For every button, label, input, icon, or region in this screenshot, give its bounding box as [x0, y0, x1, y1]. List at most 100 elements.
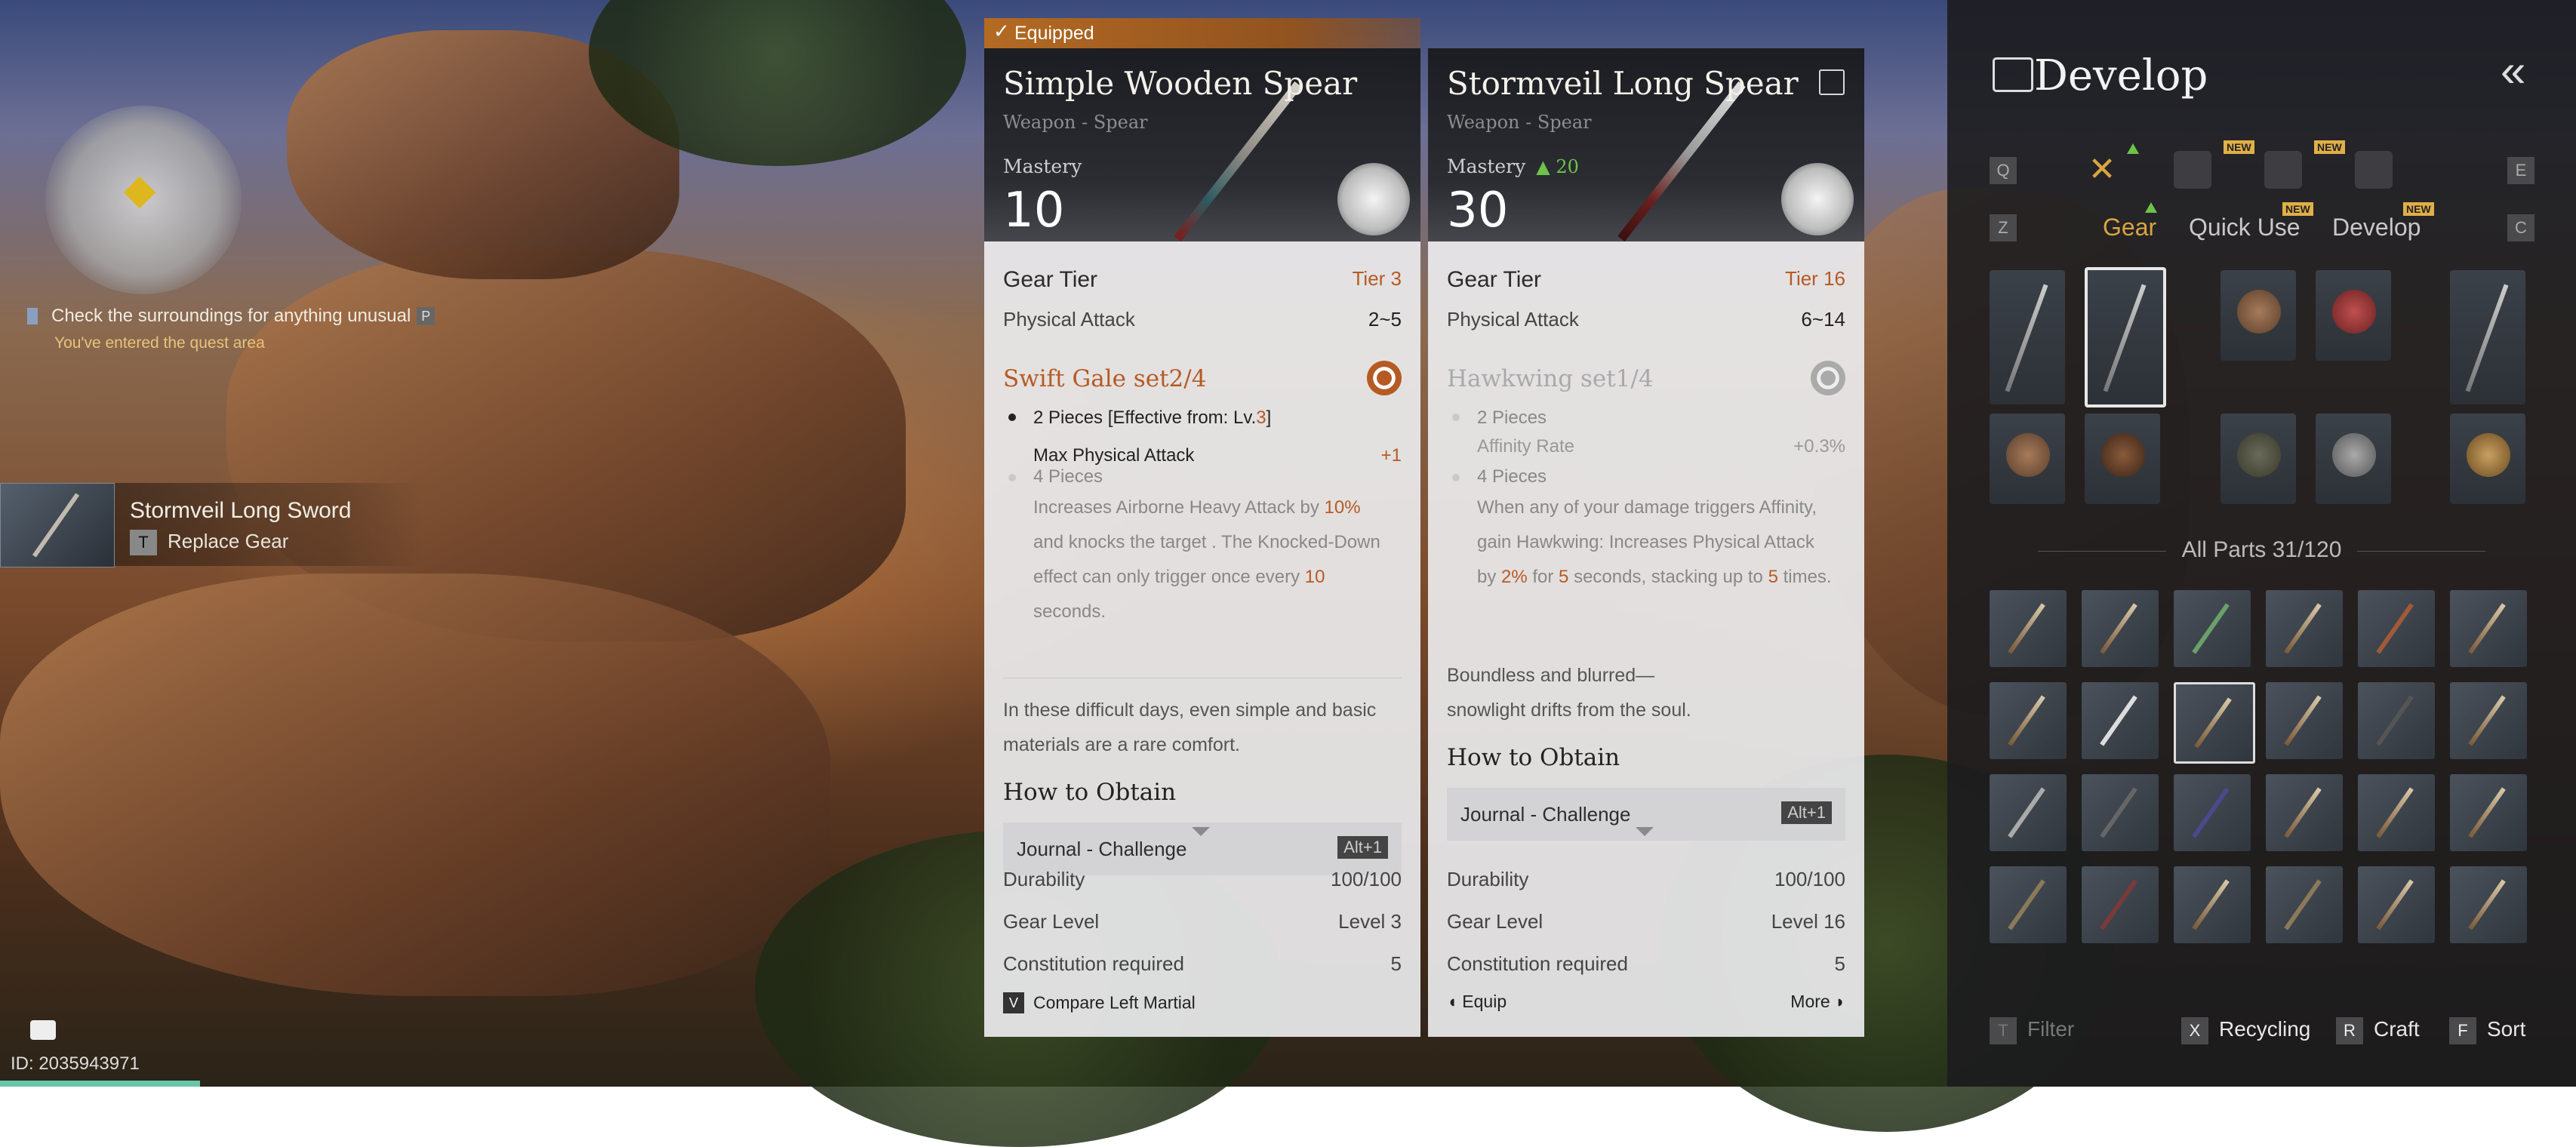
- compare-button[interactable]: V Compare Left Martial: [1003, 992, 1402, 1013]
- mouse-left-icon: ◖: [1447, 992, 1463, 1011]
- chevron-down-icon[interactable]: [1636, 827, 1654, 836]
- gear-slot-disc[interactable]: [1990, 414, 2065, 504]
- part-item[interactable]: [2082, 866, 2159, 943]
- part-item[interactable]: [2082, 682, 2159, 759]
- part-item[interactable]: [2450, 774, 2527, 851]
- keycap-q[interactable]: Q: [1990, 157, 2017, 184]
- gear-slot-head[interactable]: [2221, 270, 2296, 361]
- weapon-part-icon: [2284, 787, 2322, 838]
- keycap-t: T: [130, 530, 157, 555]
- keycap-e[interactable]: E: [2507, 157, 2534, 184]
- tab-quick-use[interactable]: Quick Use: [2189, 214, 2301, 241]
- equip-button[interactable]: ◖ Equip: [1447, 992, 1507, 1012]
- card-header: Simple Wooden Spear Weapon - Spear Maste…: [984, 48, 1420, 241]
- part-item[interactable]: [2266, 774, 2343, 851]
- back-arrow-icon[interactable]: «: [2501, 48, 2553, 94]
- compared-item-card: Stormveil Long Spear Weapon - Spear Mast…: [1428, 48, 1864, 1037]
- quest-tracker[interactable]: Check the surroundings for anything unus…: [27, 306, 435, 352]
- recycling-button[interactable]: X Recycling: [2181, 1017, 2310, 1044]
- item-type: Weapon - Spear: [1003, 112, 1148, 133]
- new-badge: NEW: [2282, 202, 2313, 216]
- part-item[interactable]: [1990, 682, 2067, 759]
- quest-text: Check the surroundings for anything unus…: [51, 306, 411, 326]
- sort-button[interactable]: F Sort: [2449, 1017, 2525, 1044]
- bullet-icon: [1008, 474, 1016, 481]
- weapon-part-icon: [2008, 695, 2045, 746]
- replace-gear-action[interactable]: T Replace Gear: [130, 530, 288, 555]
- hawkwing-set-icon: [1811, 361, 1845, 395]
- consumables-icon[interactable]: [2174, 151, 2211, 189]
- map-pin-icon[interactable]: [2355, 151, 2393, 189]
- gear-slot-weapon-1[interactable]: [1990, 270, 2065, 404]
- craft-button[interactable]: R Craft: [2336, 1017, 2420, 1044]
- item-type: Weapon - Spear: [1447, 112, 1592, 133]
- bow-icon: [2008, 787, 2045, 838]
- tab-develop[interactable]: Develop: [2332, 214, 2421, 241]
- minimap[interactable]: [45, 106, 242, 294]
- part-item-selected[interactable]: [2174, 682, 2255, 764]
- set-4pc-pct: 10%: [1324, 497, 1361, 518]
- part-item[interactable]: [2450, 590, 2527, 667]
- how-to-obtain-title: How to Obtain: [1447, 744, 1620, 771]
- gear-slot-chest[interactable]: [2316, 270, 2391, 361]
- gear-tier-value: Tier 3: [1352, 267, 1402, 290]
- part-item[interactable]: [2174, 866, 2251, 943]
- mouse-right-icon: ◗: [1830, 992, 1845, 1011]
- durability-value: 100/100: [1331, 868, 1402, 890]
- part-item[interactable]: [2266, 682, 2343, 759]
- lock-icon[interactable]: [1819, 69, 1845, 95]
- mastery-label: Mastery: [1003, 155, 1082, 177]
- set-4pc-line4: seconds.: [1033, 601, 1106, 622]
- crossed-weapons-icon[interactable]: ✕: [2083, 151, 2121, 189]
- equipped-label: Equipped: [1014, 23, 1094, 44]
- gear-pickup-prompt[interactable]: Stormveil Long Sword T Replace Gear: [0, 483, 423, 567]
- new-badge: NEW: [2314, 140, 2345, 154]
- part-item[interactable]: [2082, 774, 2159, 851]
- more-button[interactable]: More ◗: [1790, 992, 1845, 1012]
- part-item[interactable]: [2266, 590, 2343, 667]
- keycap-r: R: [2336, 1017, 2363, 1044]
- gear-slot-ring[interactable]: [2450, 414, 2525, 504]
- constitution-label: Constitution required: [1003, 952, 1184, 975]
- gear-slot-bracers[interactable]: [2221, 414, 2296, 504]
- part-item[interactable]: [2450, 866, 2527, 943]
- set-header: Hawkwing set1/4: [1447, 361, 1845, 403]
- hat-icon: [2100, 787, 2137, 838]
- chest-icon[interactable]: [2264, 151, 2302, 189]
- gear-slot-bow[interactable]: [2450, 270, 2525, 404]
- gear-slot-tassel[interactable]: [2085, 414, 2160, 504]
- bullet-icon: [1008, 414, 1016, 421]
- chat-icon[interactable]: [30, 1020, 56, 1040]
- part-item[interactable]: [1990, 866, 2067, 943]
- tab-gear[interactable]: Gear: [2103, 214, 2156, 241]
- part-item[interactable]: [2450, 682, 2527, 759]
- keycap-c[interactable]: C: [2507, 214, 2534, 241]
- part-item[interactable]: [2358, 774, 2435, 851]
- keycap-z[interactable]: Z: [1990, 214, 2017, 241]
- greaves-icon: [2332, 433, 2376, 477]
- part-item[interactable]: [2174, 590, 2251, 667]
- part-item[interactable]: [2358, 590, 2435, 667]
- durability-value: 100/100: [1774, 868, 1845, 890]
- part-item[interactable]: [1990, 590, 2067, 667]
- part-item[interactable]: [2358, 682, 2435, 759]
- part-item[interactable]: [1990, 774, 2067, 851]
- gear-level-label: Gear Level: [1003, 910, 1100, 933]
- spear-icon: [2194, 697, 2232, 749]
- filter-button[interactable]: T Filter: [1990, 1017, 2074, 1044]
- part-item[interactable]: [2358, 866, 2435, 943]
- gear-tier-value: Tier 16: [1785, 267, 1845, 290]
- gear-slot-weapon-2[interactable]: [2085, 267, 2166, 407]
- equipped-item-card: Simple Wooden Spear Weapon - Spear Maste…: [984, 48, 1420, 1037]
- progress-bar: [0, 1081, 200, 1087]
- chevron-down-icon[interactable]: [1192, 827, 1210, 836]
- hat-icon: [2237, 290, 2281, 334]
- gear-slot-legs[interactable]: [2316, 414, 2391, 504]
- armor-icon: [2332, 290, 2376, 334]
- part-item[interactable]: [2082, 590, 2159, 667]
- bracer-icon: [2192, 879, 2230, 930]
- part-item[interactable]: [2174, 774, 2251, 851]
- replace-gear-label: Replace Gear: [168, 530, 289, 552]
- recycling-label: Recycling: [2219, 1017, 2311, 1041]
- part-item[interactable]: [2266, 866, 2343, 943]
